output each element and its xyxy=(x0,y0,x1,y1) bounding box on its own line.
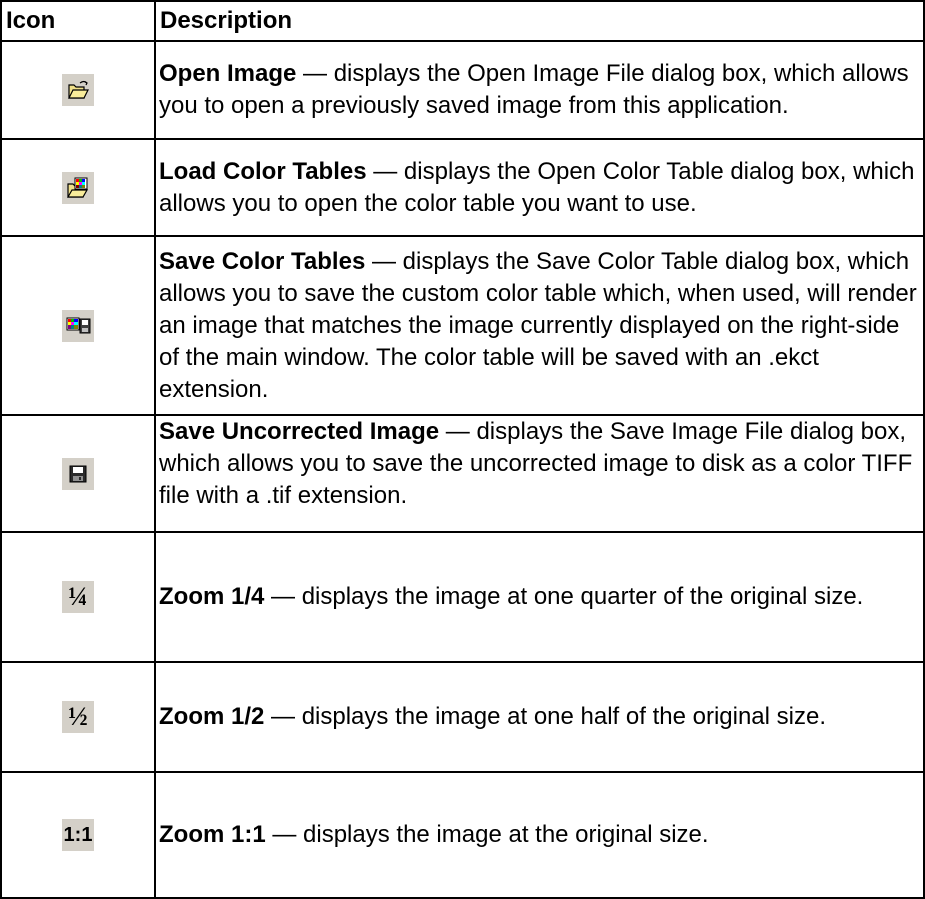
description-cell: Zoom 1/2 — displays the image at one hal… xyxy=(154,661,925,773)
icon-column-header: Icon xyxy=(0,0,156,42)
icon-cell xyxy=(0,40,156,140)
icon-cell: ¼ xyxy=(0,531,156,663)
save-color-table-icon xyxy=(62,309,94,342)
description-column-header: Description xyxy=(154,0,925,42)
table-row: Save Uncorrected Image — displays the Sa… xyxy=(0,414,925,533)
zoom-quarter-icon: ¼ xyxy=(62,581,94,614)
table-row: Save Color Tables — displays the Save Co… xyxy=(0,235,925,416)
description-cell: Load Color Tables — displays the Open Co… xyxy=(154,138,925,237)
table-row: ½ Zoom 1/2 — displays the image at one h… xyxy=(0,661,925,773)
zoom-half-glyph: ½ xyxy=(68,702,88,732)
zoom-half-icon: ½ xyxy=(62,701,94,734)
table-row: Open Image — displays the Open Image Fil… xyxy=(0,40,925,140)
description-cell: Save Color Tables — displays the Save Co… xyxy=(154,235,925,416)
row-term: Zoom 1:1 xyxy=(159,821,266,848)
table-header-row: Icon Description xyxy=(0,0,925,42)
icon-cell xyxy=(0,235,156,416)
icon-cell: 1:1 xyxy=(0,771,156,899)
row-text: — displays the image at the original siz… xyxy=(265,821,709,848)
load-color-table-icon xyxy=(62,171,94,204)
open-folder-icon xyxy=(62,74,94,107)
zoom-quarter-glyph: ¼ xyxy=(68,582,88,612)
row-term: Zoom 1/4 xyxy=(159,583,265,610)
row-term: Load Color Tables xyxy=(159,157,367,185)
icon-description-table: Icon Description Open Image — displays t… xyxy=(0,0,925,899)
row-text: — displays the image at one quarter of t… xyxy=(264,583,864,610)
description-cell: Open Image — displays the Open Image Fil… xyxy=(154,40,925,140)
table-row: ¼ Zoom 1/4 — displays the image at one q… xyxy=(0,531,925,663)
row-text: — displays the image at one half of the … xyxy=(264,703,827,730)
description-cell: Zoom 1/4 — displays the image at one qua… xyxy=(154,531,925,663)
icon-cell xyxy=(0,138,156,237)
row-term: Save Color Tables xyxy=(159,247,366,275)
floppy-disk-icon xyxy=(62,457,94,490)
icon-cell xyxy=(0,414,156,533)
row-term: Zoom 1/2 xyxy=(159,703,265,730)
icon-cell: ½ xyxy=(0,661,156,773)
zoom-full-glyph: 1:1 xyxy=(63,824,93,847)
table-row: 1:1 Zoom 1:1 — displays the image at the… xyxy=(0,771,925,899)
table-row: Load Color Tables — displays the Open Co… xyxy=(0,138,925,237)
zoom-full-icon: 1:1 xyxy=(62,819,94,852)
description-cell: Zoom 1:1 — displays the image at the ori… xyxy=(154,771,925,899)
row-term: Save Uncorrected Image xyxy=(159,418,440,445)
row-term: Open Image xyxy=(159,60,297,87)
description-cell: Save Uncorrected Image — displays the Sa… xyxy=(154,414,925,533)
